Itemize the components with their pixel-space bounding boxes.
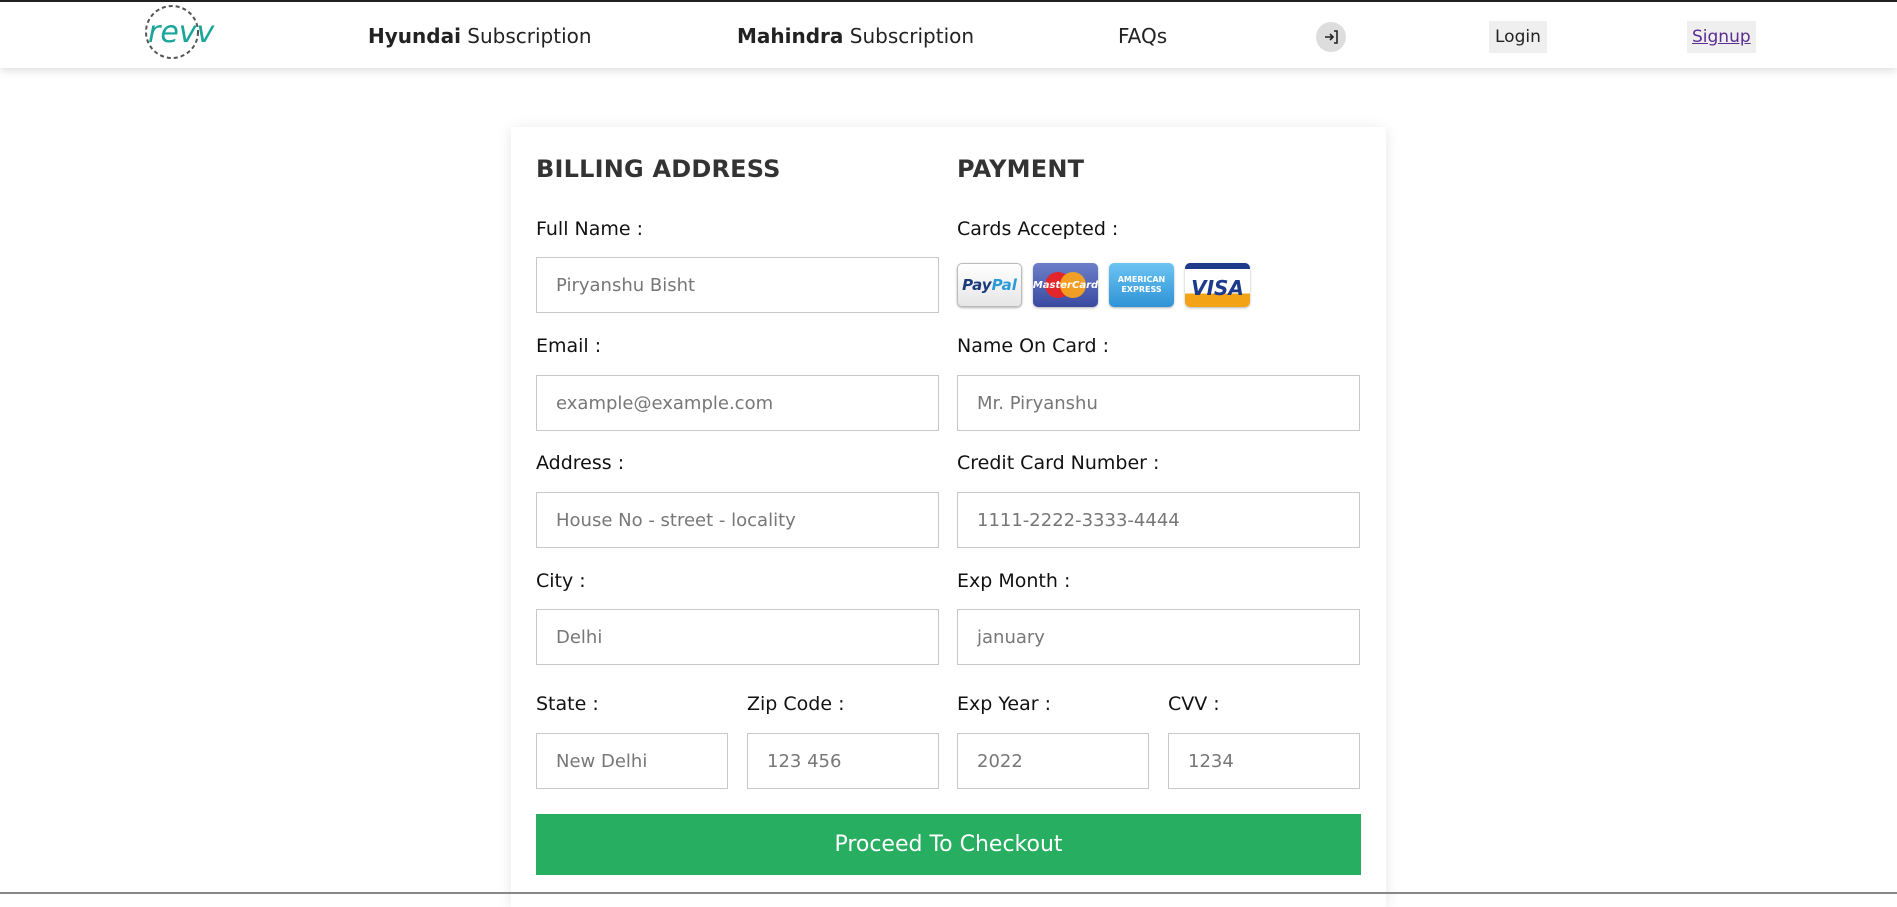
proceed-to-checkout-button[interactable]: Proceed To Checkout [536, 814, 1361, 875]
payment-heading: PAYMENT [957, 155, 1085, 183]
state-label: State : [536, 693, 599, 715]
address-input[interactable] [536, 492, 939, 548]
city-input[interactable] [536, 609, 939, 665]
login-button[interactable]: Login [1489, 21, 1547, 53]
nav-mahindra-brand: Mahindra [737, 24, 844, 48]
revv-logo[interactable]: revv [138, 2, 224, 62]
nav-mahindra-suffix: Subscription [843, 24, 975, 48]
nav-mahindra-subscription[interactable]: Mahindra Subscription [737, 24, 974, 48]
full-name-label: Full Name : [536, 218, 644, 240]
signup-link[interactable]: Signup [1687, 21, 1756, 53]
city-label: City : [536, 570, 586, 592]
exp-month-label: Exp Month : [957, 570, 1071, 592]
exp-month-input[interactable] [957, 609, 1360, 665]
zip-code-label: Zip Code : [747, 693, 845, 715]
state-input[interactable] [536, 733, 728, 789]
zip-code-input[interactable] [747, 733, 939, 789]
nav-hyundai-subscription[interactable]: Hyundai Subscription [368, 24, 592, 48]
accepted-cards: Pay Pal MasterCard AMERICAN EXPRESS VISA [957, 263, 1250, 307]
cvv-label: CVV : [1168, 693, 1220, 715]
american-express-icon: AMERICAN EXPRESS [1109, 263, 1174, 307]
email-label: Email : [536, 335, 602, 357]
paypal-icon: Pay Pal [957, 263, 1022, 307]
cvv-input[interactable] [1168, 733, 1360, 789]
exp-year-input[interactable] [957, 733, 1149, 789]
navbar: revv Hyundai Subscription Mahindra Subsc… [0, 2, 1897, 68]
name-on-card-input[interactable] [957, 375, 1360, 431]
full-name-input[interactable] [536, 257, 939, 313]
cards-accepted-label: Cards Accepted : [957, 218, 1119, 240]
nav-hyundai-brand: Hyundai [368, 24, 461, 48]
visa-icon: VISA [1185, 263, 1250, 307]
credit-card-number-input[interactable] [957, 492, 1360, 548]
nav-hyundai-suffix: Subscription [460, 24, 592, 48]
exp-year-label: Exp Year : [957, 693, 1052, 715]
credit-card-number-label: Credit Card Number : [957, 452, 1160, 474]
logo-text: revv [148, 15, 216, 50]
email-input[interactable] [536, 375, 939, 431]
address-label: Address : [536, 452, 625, 474]
nav-faqs[interactable]: FAQs [1118, 24, 1167, 48]
billing-address-heading: BILLING ADDRESS [536, 155, 781, 183]
name-on-card-label: Name On Card : [957, 335, 1110, 357]
mastercard-icon: MasterCard [1033, 263, 1098, 307]
login-arrow-icon[interactable] [1316, 22, 1346, 52]
